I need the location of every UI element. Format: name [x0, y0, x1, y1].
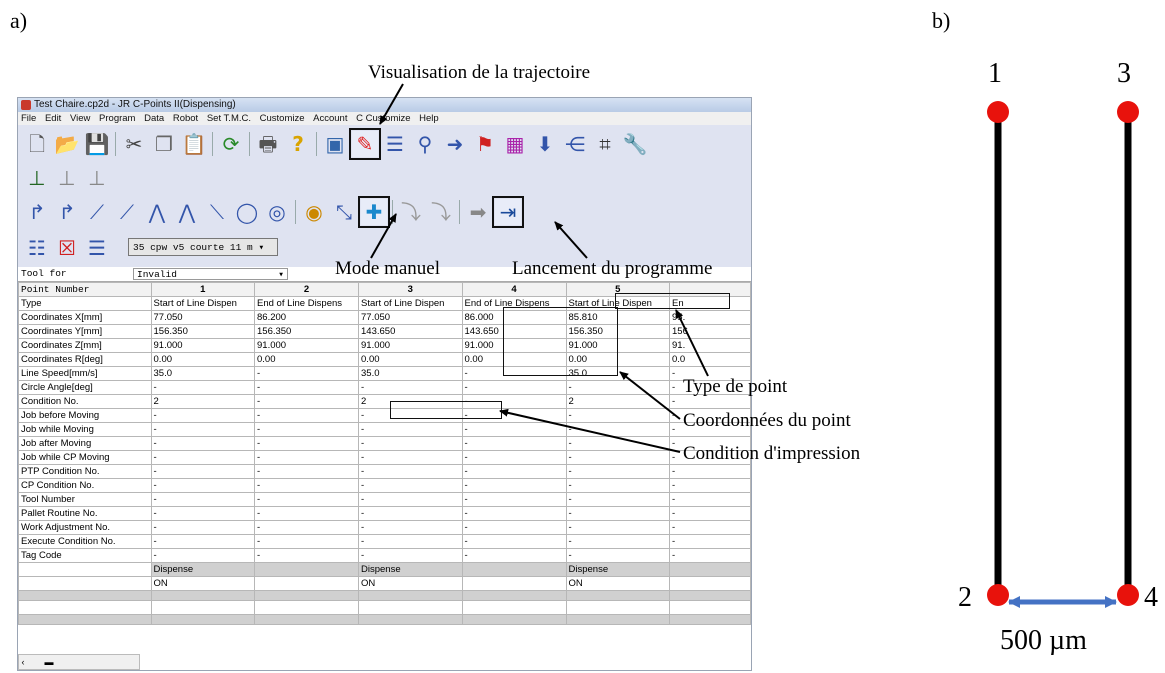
point-label-3: 3 [1117, 58, 1131, 89]
arrow-coordonnees [619, 371, 681, 420]
arrow-lancement [554, 221, 588, 259]
point-label-4: 4 [1144, 582, 1158, 613]
point-label-1: 1 [988, 58, 1002, 89]
arrow-mode-manuel [370, 213, 397, 259]
scale-label: 500 µm [1000, 625, 1087, 656]
annotation-arrows [370, 83, 1139, 608]
point-4-marker [1117, 584, 1139, 606]
point-3-marker [1117, 101, 1139, 123]
arrow-type-point [675, 309, 709, 377]
point-1-marker [987, 101, 1009, 123]
arrow-visualisation [379, 83, 404, 125]
arrow-condition [499, 408, 681, 453]
point-2-marker [987, 584, 1009, 606]
point-label-2: 2 [958, 582, 972, 613]
